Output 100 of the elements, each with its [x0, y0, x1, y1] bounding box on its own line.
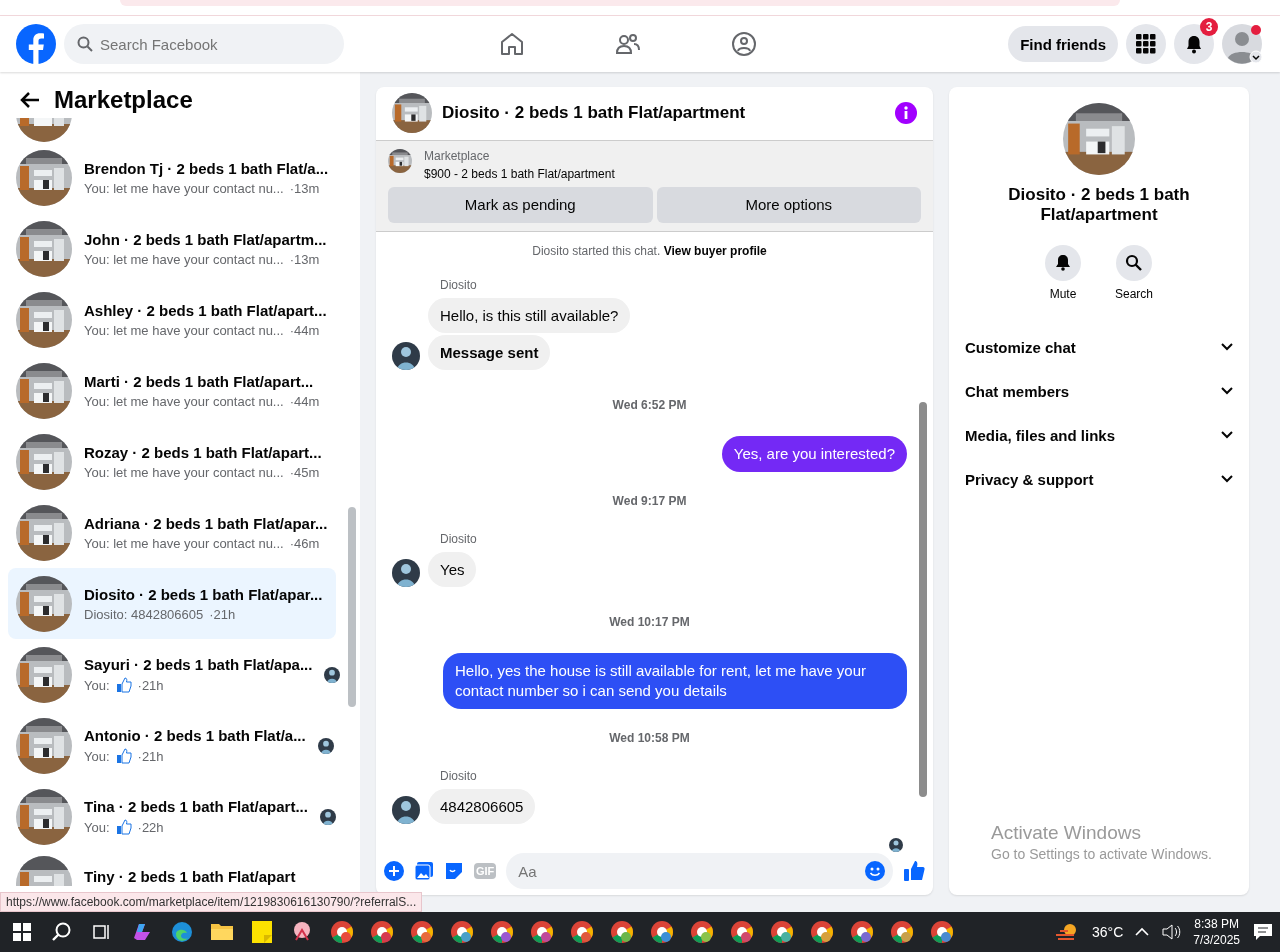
- preview-text: You:: [84, 819, 110, 835]
- activation-note: Go to Settings to activate Windows.: [991, 846, 1212, 862]
- groups-icon[interactable]: [731, 31, 757, 57]
- thumbs-up-icon[interactable]: [903, 860, 925, 883]
- chevron-down-icon: [1221, 475, 1233, 483]
- browser-icon[interactable]: [850, 920, 874, 944]
- conversation-item[interactable]: Rozay · 2 beds 1 bath Flat/apart... You: let me have your contact nu... ·45m: [8, 426, 336, 497]
- facebook-logo[interactable]: [16, 24, 56, 64]
- home-icon[interactable]: [499, 31, 525, 57]
- back-arrow-icon[interactable]: [20, 91, 40, 109]
- browser-icon[interactable]: [570, 920, 594, 944]
- sender-name: Diosito: [440, 277, 477, 292]
- section-toggle[interactable]: Privacy & support: [965, 457, 1233, 501]
- find-friends-button[interactable]: Find friends: [1008, 26, 1118, 62]
- outgoing-message: Hello, yes the house is still available for rent, let me have your contact number so i can send you details: [443, 652, 907, 709]
- sticker-icon[interactable]: [444, 861, 464, 882]
- preview-text: You: let me have your contact nu...: [84, 322, 284, 338]
- page-title: Marketplace: [54, 86, 193, 114]
- search-icon[interactable]: [51, 921, 73, 943]
- browser-icon[interactable]: [490, 920, 514, 944]
- bell-icon: [1045, 245, 1081, 281]
- grid-icon: [1136, 34, 1156, 54]
- incoming-message: Yes: [428, 551, 477, 587]
- outgoing-message: Yes, are you interested?: [721, 435, 907, 472]
- friends-icon[interactable]: [615, 31, 641, 57]
- conversation-title: Ashley · 2 beds 1 bath Flat/apart...: [84, 301, 328, 319]
- timestamp: Wed 10:17 PM: [608, 614, 691, 629]
- plus-icon[interactable]: [384, 861, 404, 882]
- preview-text: You:: [84, 748, 110, 764]
- notification-icon[interactable]: [1252, 922, 1274, 942]
- sender-name: Diosito: [440, 768, 477, 783]
- conversation-title: Sayuri · 2 beds 1 bath Flat/apa...: [84, 656, 313, 673]
- preview-text: You: let me have your contact nu...: [84, 464, 284, 480]
- emoji-icon[interactable]: [864, 860, 886, 883]
- section-toggle[interactable]: Media, files and links: [965, 413, 1233, 457]
- browser-icon[interactable]: [730, 920, 754, 944]
- listing-action-button[interactable]: Mark as pending: [388, 186, 653, 223]
- scrollbar[interactable]: [348, 507, 356, 707]
- task-view-icon[interactable]: [93, 923, 111, 941]
- message-field[interactable]: Aa: [506, 853, 893, 890]
- conversation-time: ·22h: [137, 819, 164, 835]
- browser-icon[interactable]: [890, 920, 914, 944]
- browser-icon[interactable]: [690, 920, 714, 944]
- conversation-title: John · 2 beds 1 bath Flat/apartm...: [84, 230, 328, 248]
- menu-button[interactable]: [1126, 24, 1166, 64]
- conversation-item[interactable]: Tina · 2 beds 1 bath Flat/apart... You: ·22h: [8, 781, 336, 852]
- browser-icon[interactable]: [330, 920, 354, 944]
- browser-icon[interactable]: [370, 920, 394, 944]
- chevron-up-icon[interactable]: [1135, 927, 1150, 937]
- conversation-item[interactable]: John · 2 beds 1 bath Flat/apartm... You: let me have your contact nu... ·13m: [8, 213, 336, 284]
- clock[interactable]: 8:38 PM 7/3/2025: [1193, 916, 1240, 948]
- conversation-title: Diosito · 2 beds 1 bath Flat/apar...: [84, 585, 324, 603]
- browser-icon[interactable]: [930, 920, 954, 944]
- chat-action-button[interactable]: Search: [1115, 245, 1153, 301]
- search-field[interactable]: Search Facebook: [64, 24, 344, 64]
- photo-icon[interactable]: [414, 861, 434, 882]
- conversation-item[interactable]: Diosito · 2 beds 1 bath Flat/apar... Diosito: 4842806605 ·21h: [8, 568, 336, 639]
- browser-icon[interactable]: [610, 920, 634, 944]
- speaker-icon[interactable]: [1161, 923, 1182, 941]
- profile-avatar-icon[interactable]: [1222, 23, 1264, 65]
- preview-text: You: let me have your contact nu...: [84, 535, 284, 551]
- edge-icon[interactable]: [170, 920, 194, 944]
- conversation-item[interactable]: Sayuri · 2 beds 1 bath Flat/apa... You: ·21h: [8, 639, 336, 710]
- conversation-item[interactable]: Adriana · 2 beds 1 bath Flat/apar... You: let me have your contact nu... ·46m: [8, 497, 336, 568]
- sender-name: Diosito: [440, 531, 477, 546]
- details-title: Diosito · 2 beds 1 bath Flat/apartment: [1007, 185, 1191, 225]
- incoming-message: Message sent: [428, 334, 551, 370]
- chat-start-note: Diosito started this chat. View buyer profile: [531, 243, 768, 258]
- temperature: 36°C: [1092, 924, 1124, 940]
- conversation-item[interactable]: Brendon Tj · 2 beds 1 bath Flat/a... You: let me have your contact nu... ·13m: [8, 142, 336, 213]
- browser-icon[interactable]: [530, 920, 554, 944]
- section-toggle[interactable]: Chat members: [965, 369, 1233, 413]
- conversation-time: ·44m: [289, 393, 320, 409]
- scrollbar[interactable]: [919, 401, 927, 797]
- search-icon: [77, 36, 93, 52]
- preview-text: You:: [84, 677, 110, 693]
- conversation-item[interactable]: Ashley · 2 beds 1 bath Flat/apart... You: let me have your contact nu... ·44m: [8, 284, 336, 355]
- chat-action-button[interactable]: Mute: [1045, 245, 1081, 301]
- conversation-title: Brendon Tj · 2 beds 1 bath Flat/a...: [84, 159, 329, 177]
- conversation-title: Antonio · 2 beds 1 bath Flat/a...: [84, 727, 306, 744]
- info-icon[interactable]: [895, 102, 917, 125]
- browser-icon[interactable]: [810, 920, 834, 944]
- conversation-item[interactable]: Antonio · 2 beds 1 bath Flat/a... You: ·21h: [8, 710, 336, 781]
- section-toggle[interactable]: Customize chat: [965, 325, 1233, 369]
- view-profile-link[interactable]: View buyer profile: [663, 243, 767, 258]
- folder-icon[interactable]: [210, 922, 234, 942]
- notifications-button[interactable]: [1174, 24, 1214, 64]
- preview-text: You: let me have your contact nu...: [84, 393, 284, 409]
- conversation-title: Tiny · 2 beds 1 bath Flat/apart: [84, 868, 297, 885]
- listing-action-button[interactable]: More options: [656, 186, 921, 223]
- conversation-item[interactable]: Marti · 2 beds 1 bath Flat/apart... You: let me have your contact nu... ·44m: [8, 355, 336, 426]
- browser-icon[interactable]: [650, 920, 674, 944]
- browser-icon[interactable]: [450, 920, 474, 944]
- timestamp: Wed 9:17 PM: [611, 493, 688, 508]
- preview-text: You: let me have your contact nu...: [84, 251, 284, 267]
- search-icon: [1116, 245, 1152, 281]
- browser-icon[interactable]: [410, 920, 434, 944]
- conversation-time: ·44m: [289, 322, 320, 338]
- conversation-title: Tina · 2 beds 1 bath Flat/apart...: [84, 798, 308, 815]
- browser-icon[interactable]: [770, 920, 794, 944]
